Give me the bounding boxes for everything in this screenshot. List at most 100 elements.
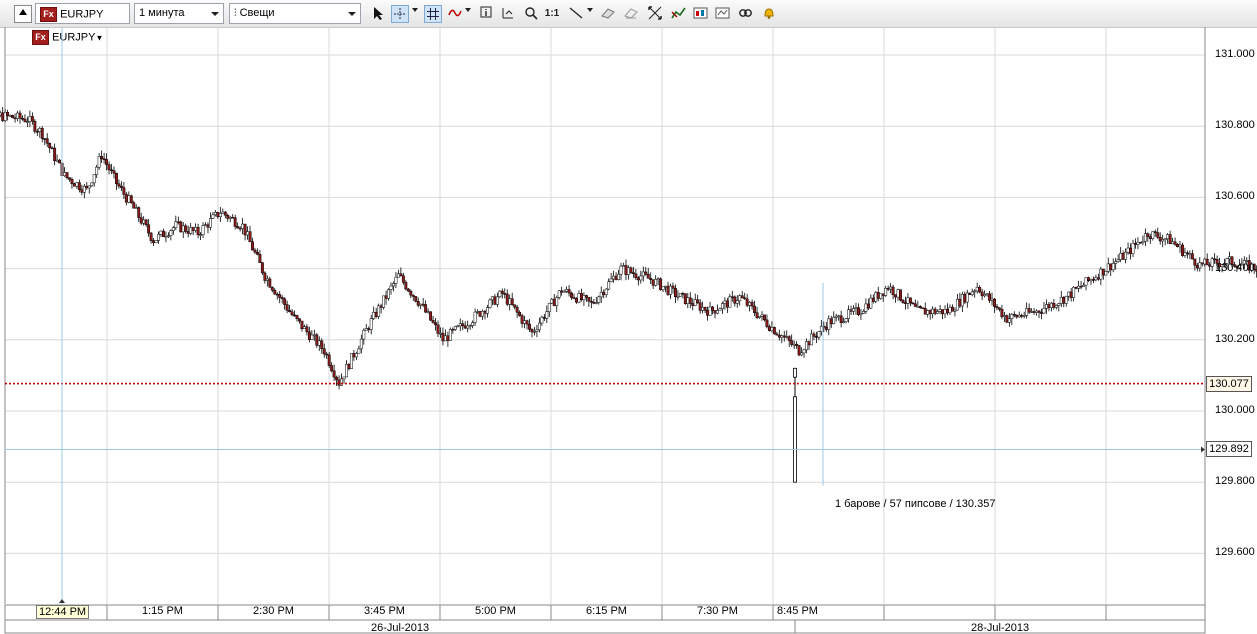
candle-body	[213, 211, 217, 216]
candle-body	[671, 285, 675, 289]
zoom-button[interactable]	[522, 5, 540, 23]
candle-body	[832, 317, 836, 325]
triangle-up-icon	[19, 9, 27, 15]
candle-body	[1126, 247, 1130, 253]
price-tick-label: 130.800	[1215, 119, 1255, 132]
link-button[interactable]	[737, 5, 755, 23]
candle-body	[367, 328, 371, 330]
candle-body	[1069, 291, 1073, 298]
candle-body	[255, 251, 259, 255]
candle-body	[785, 336, 789, 338]
pointer-tool-button[interactable]	[369, 5, 387, 23]
candle-body	[97, 156, 101, 168]
erase-all-button[interactable]	[622, 5, 640, 23]
candle-body	[560, 290, 564, 293]
crosshair-menu-button[interactable]	[410, 5, 420, 23]
templates-button[interactable]	[670, 5, 688, 23]
candle-body	[424, 304, 428, 313]
candle-body	[357, 348, 361, 354]
candle-body	[1094, 277, 1098, 281]
line-tool-menu-button[interactable]	[585, 5, 595, 23]
eraser-button[interactable]	[599, 5, 617, 23]
candle-body	[347, 364, 351, 369]
current-price-label: 130.077	[1206, 375, 1252, 392]
candle-body	[117, 183, 121, 187]
candle-body	[701, 306, 705, 311]
collapse-button[interactable]	[14, 5, 32, 23]
candle-body	[624, 265, 628, 275]
candle-body	[476, 311, 480, 313]
crosshair-tool-button[interactable]	[391, 5, 409, 23]
candle-body	[354, 353, 358, 358]
candle-body	[1109, 263, 1113, 271]
symbol-select[interactable]: Fx EURJPY	[35, 3, 130, 24]
chevron-down-icon	[412, 8, 418, 12]
price-tick-label: 130.400	[1215, 261, 1255, 274]
candle-body	[263, 272, 267, 281]
candle-body	[1121, 253, 1125, 260]
candle-body	[1156, 232, 1160, 238]
candle-body	[745, 298, 749, 306]
candle-body	[555, 297, 559, 307]
chevron-down-icon	[211, 12, 219, 16]
candle-body	[382, 295, 386, 308]
candle-body	[137, 207, 141, 218]
candle-body	[1203, 258, 1207, 265]
candle-body	[434, 322, 437, 326]
candle-body	[738, 295, 742, 302]
chart-image-icon	[693, 7, 708, 19]
line-tool-button[interactable]	[567, 5, 585, 23]
candle-body	[273, 289, 277, 295]
candle-body	[246, 231, 249, 236]
zoom-reset-button[interactable]: 1:1	[543, 5, 561, 23]
candle-body	[950, 306, 954, 312]
candle-body	[730, 296, 734, 298]
wave-indicator-icon	[448, 9, 462, 17]
candle-body	[626, 267, 630, 275]
compare-button[interactable]	[714, 5, 732, 23]
candle-body	[1054, 305, 1058, 308]
candle-body	[132, 202, 136, 209]
candle-body	[90, 182, 94, 187]
price-chart[interactable]	[0, 27, 1257, 634]
candle-body	[458, 323, 462, 327]
candle-body	[839, 315, 843, 323]
candle-body	[406, 288, 410, 292]
expand-arrows-icon	[648, 6, 662, 20]
candle-body	[6, 112, 10, 116]
alerts-button[interactable]	[760, 5, 778, 23]
date-label: 26-Jul-2013	[371, 622, 430, 634]
price-tick-label: 130.000	[1215, 404, 1255, 416]
screenshot-button[interactable]	[692, 5, 710, 23]
candle-body	[448, 329, 452, 341]
candle-body	[547, 302, 551, 312]
fullscreen-button[interactable]	[646, 5, 664, 23]
candle-body	[1064, 295, 1068, 304]
candle-body	[1153, 231, 1157, 233]
candle-body	[1040, 312, 1043, 314]
candle-body	[765, 319, 769, 327]
grid-toggle-button[interactable]	[424, 5, 442, 23]
candle-body	[678, 293, 682, 297]
info-button[interactable]	[477, 5, 495, 23]
candle-body	[13, 117, 17, 120]
candle-body	[55, 159, 59, 162]
candle-body	[1079, 285, 1083, 288]
candle-body	[614, 275, 618, 280]
scroll-end-button[interactable]	[499, 5, 517, 23]
candle-body	[372, 312, 376, 319]
candle-body	[53, 147, 57, 161]
price-tick-label: 129.800	[1215, 475, 1255, 488]
indicators-menu-button[interactable]	[463, 5, 473, 23]
candle-body	[609, 278, 613, 283]
candle-body	[1163, 238, 1167, 241]
candle-body	[814, 336, 818, 338]
candle-body	[673, 288, 677, 298]
timeframe-select[interactable]: 1 минута	[134, 3, 224, 24]
candle-body	[295, 315, 299, 319]
candle-body	[1193, 258, 1197, 266]
charttype-select[interactable]: ⫶ Свещи	[229, 3, 361, 24]
candle-body	[1178, 244, 1182, 248]
candle-body	[87, 185, 91, 189]
candle-body	[938, 309, 942, 312]
